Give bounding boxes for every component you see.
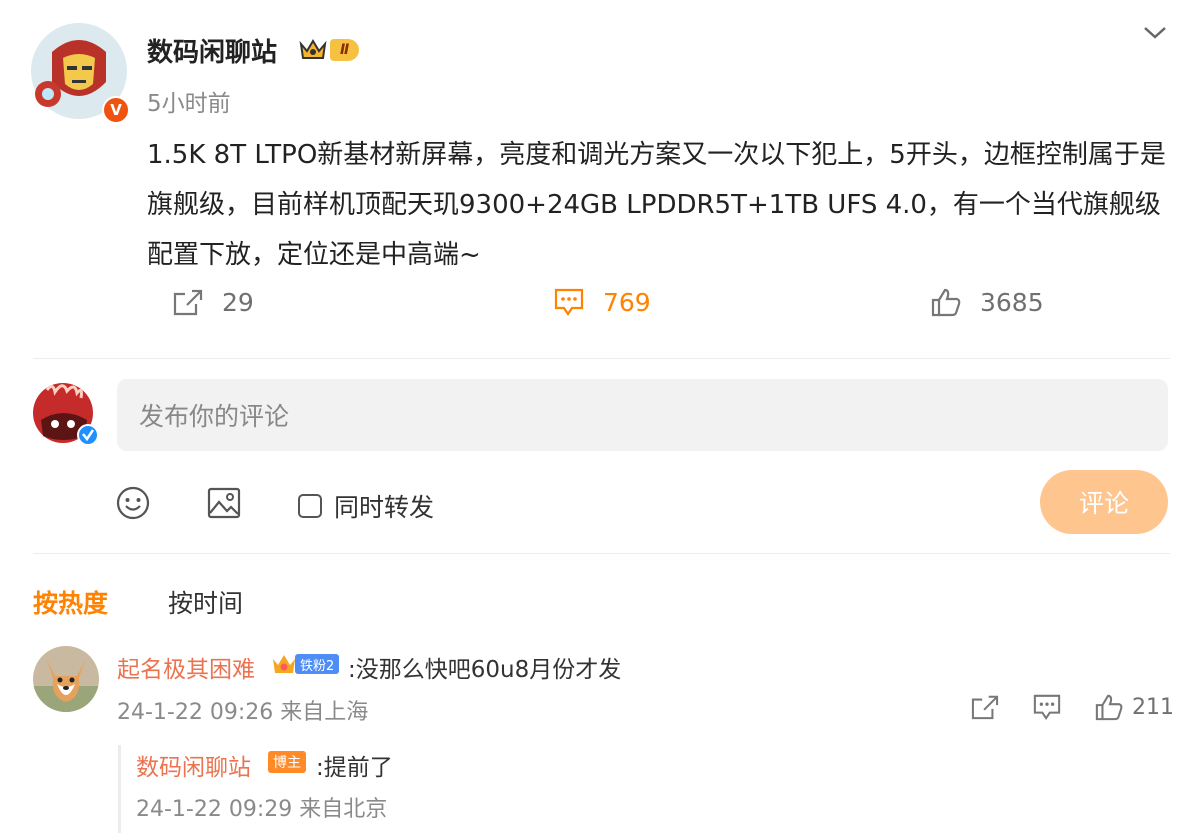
comment-meta: 24-1-22 09:26 来自上海: [117, 700, 369, 725]
repost-checkbox[interactable]: 同时转发: [298, 488, 434, 524]
divider: [33, 358, 1170, 359]
crown-icon: [299, 39, 327, 59]
author-name[interactable]: 数码闲聊站: [147, 32, 277, 69]
chevron-down-icon[interactable]: [1140, 20, 1170, 44]
member-crown-badge[interactable]: Ⅱ: [298, 38, 360, 62]
post-text: 1.5K 8T LTPO新基材新屏幕，亮度和调光方案又一次以下犯上，5开头，边框…: [147, 140, 1166, 270]
reply-thread-bar: [118, 745, 121, 833]
emoji-icon[interactable]: [115, 485, 151, 521]
comment-icon[interactable]: [1032, 693, 1062, 721]
comment-icon: [554, 288, 584, 316]
comment-like-button[interactable]: 211: [1094, 693, 1174, 721]
repost-checkbox-label: 同时转发: [334, 493, 435, 522]
reply-meta: 24-1-22 09:29 来自北京: [136, 797, 388, 822]
verified-badge: V: [102, 96, 130, 124]
level-badge: Ⅱ: [330, 39, 360, 61]
comment-text: :没那么快吧60u8月份才发: [348, 657, 622, 683]
fan-badge: 铁粉2: [271, 652, 340, 676]
reply-text: :提前了: [316, 755, 393, 781]
tab-sort-hot[interactable]: 按热度: [33, 584, 108, 620]
submit-comment-button[interactable]: 评论: [1040, 470, 1168, 534]
host-badge: 博主: [268, 751, 306, 773]
author-avatar[interactable]: V: [30, 22, 130, 124]
comment-input[interactable]: 发布你的评论: [117, 379, 1168, 451]
reply-author-name[interactable]: 数码闲聊站: [136, 748, 251, 782]
comment-like-count: 211: [1132, 694, 1174, 720]
post-time: 5小时前: [147, 91, 231, 117]
checkbox[interactable]: [298, 494, 322, 518]
commenter-name[interactable]: 起名极其困难: [117, 650, 255, 684]
thumbs-up-icon: [1095, 694, 1123, 721]
commenter-avatar[interactable]: [33, 646, 99, 712]
comment-actions: 211: [970, 693, 1174, 721]
repost-button[interactable]: 29: [172, 284, 254, 320]
divider: [33, 553, 1170, 554]
tab-sort-time[interactable]: 按时间: [168, 584, 243, 620]
thumbs-up-icon: [931, 288, 961, 317]
repost-icon: [173, 289, 203, 316]
current-user-avatar[interactable]: [33, 380, 99, 446]
like-button[interactable]: 3685: [930, 284, 1044, 320]
fan-crown-icon: [273, 655, 295, 673]
fan-badge-label: 铁粉2: [295, 654, 340, 674]
comment-button[interactable]: 769: [553, 284, 651, 320]
repost-count: 29: [222, 287, 254, 317]
comment-count: 769: [603, 287, 651, 317]
repost-icon[interactable]: [970, 694, 1000, 720]
image-icon[interactable]: [206, 485, 242, 521]
like-count: 3685: [980, 287, 1044, 317]
